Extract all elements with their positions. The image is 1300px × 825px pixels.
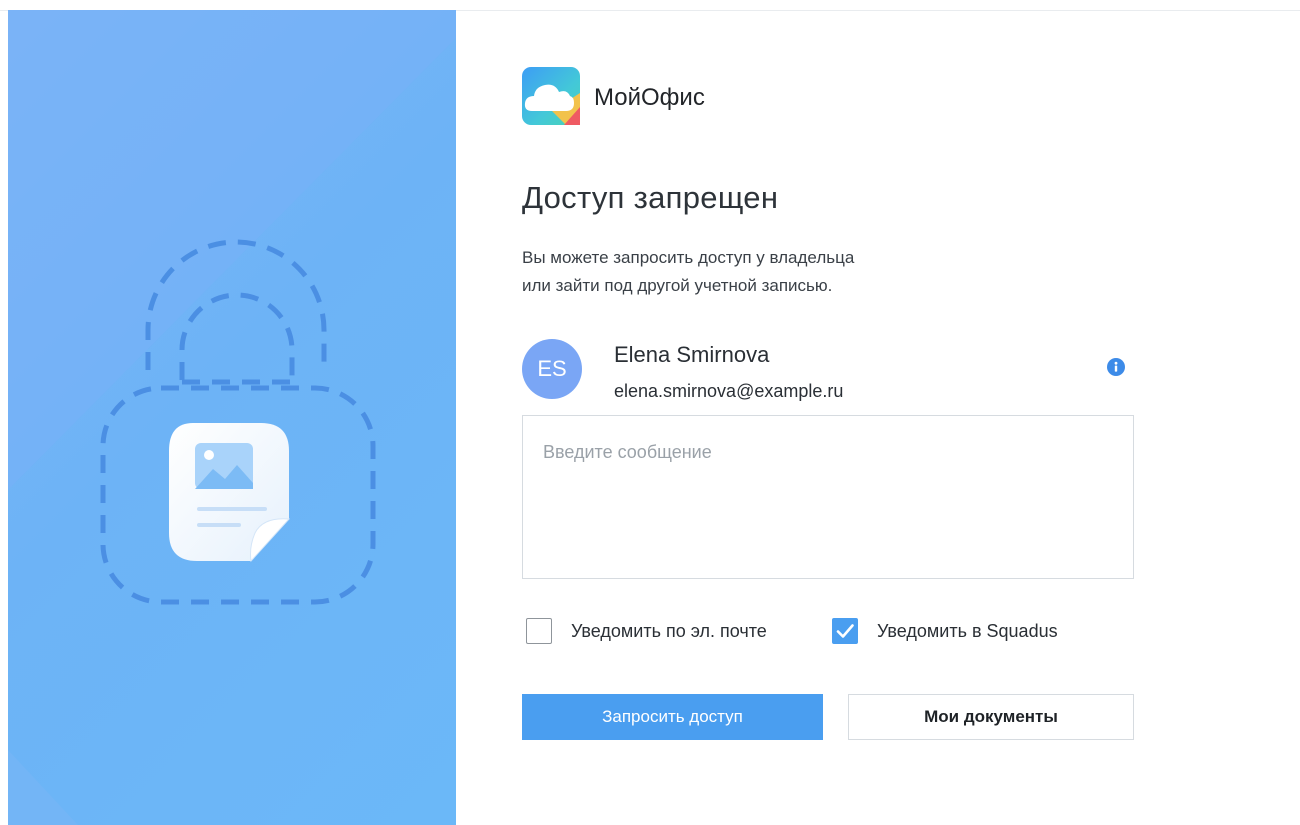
brand-name: МойОфис [594,84,705,111]
user-name: Elena Smirnova [614,342,770,367]
notify-squadus-option[interactable]: Уведомить в Squadus [832,616,1058,646]
image-document-icon [169,423,291,563]
notify-squadus-checkbox[interactable] [832,618,858,644]
illustration-panel [8,10,456,825]
request-access-button[interactable]: Запросить доступ [522,694,823,740]
user-email: elena.smirnova@example.ru [614,381,844,401]
notify-email-option[interactable]: Уведомить по эл. почте [526,616,767,646]
avatar: ES [522,339,582,399]
cloud-logo-icon [522,67,580,125]
page-description: Вы можете запросить доступ у владельца и… [522,244,962,300]
notify-email-checkbox[interactable] [526,618,552,644]
message-input[interactable] [522,415,1134,579]
check-icon [836,624,854,638]
access-denied-panel: МойОфис Доступ запрещен Вы можете запрос… [522,0,1142,825]
notify-email-label: Уведомить по эл. почте [571,620,767,641]
info-icon[interactable] [1107,358,1125,376]
notify-squadus-label: Уведомить в Squadus [877,620,1058,641]
my-documents-button[interactable]: Мои документы [848,694,1134,740]
description-line-1: Вы можете запросить доступ у владельца [522,248,855,267]
description-line-2: или зайти под другой учетной записью. [522,276,833,295]
page-title: Доступ запрещен [522,180,779,215]
